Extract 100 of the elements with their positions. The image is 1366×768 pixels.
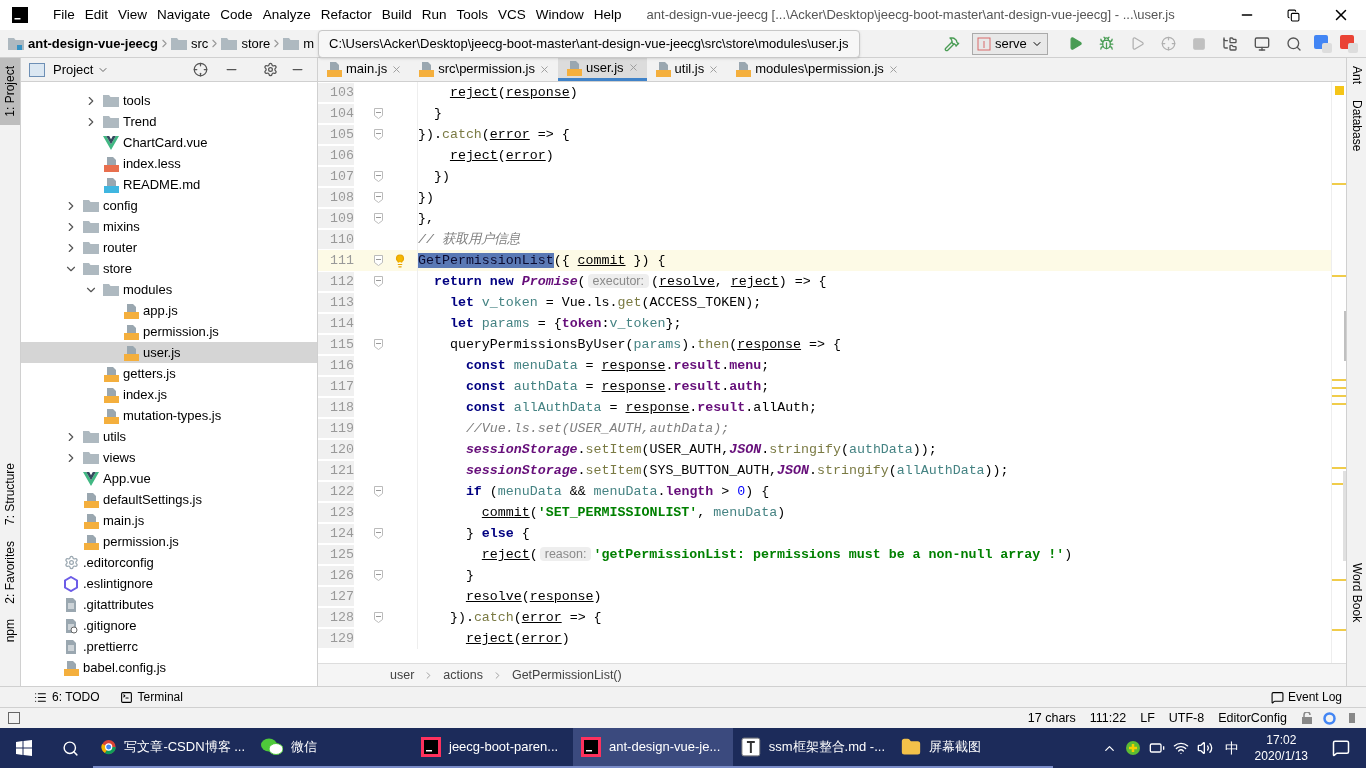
editor-tab[interactable]: modules\permission.js [727,57,907,81]
restore-icon[interactable] [1287,8,1300,22]
tree-item[interactable]: .editorconfig [21,552,317,573]
tree-item[interactable]: index.js [21,384,317,405]
tree-item[interactable]: mutation-types.js [21,405,317,426]
tree-item[interactable]: README.md [21,174,317,195]
coverage-icon[interactable] [1130,36,1145,51]
panel-toggle-icon[interactable] [8,712,20,724]
taskbar-app[interactable]: 写文章-CSDN博客 ... [93,728,253,768]
code-breadcrumb[interactable]: actions [443,665,483,685]
run-icon[interactable] [1068,36,1083,51]
fold-marker-icon[interactable] [374,612,383,623]
status-item[interactable]: LF [1140,708,1155,728]
tree-item[interactable]: index.less [21,153,317,174]
tree-item[interactable]: App.vue [21,468,317,489]
tree-item[interactable]: permission.js [21,321,317,342]
locate-icon[interactable] [193,62,208,77]
tool-window-tab[interactable]: Word Book [1347,555,1366,631]
fold-marker-icon[interactable] [374,486,383,497]
tree-item[interactable]: app.js [21,300,317,321]
editor-tab[interactable]: main.js [318,57,411,81]
input-method-indicator[interactable]: 中 [1224,737,1239,759]
nav-crumb[interactable]: ant-design-vue-jeecg [28,33,159,54]
google-icon[interactable] [1323,711,1336,725]
tree-item[interactable]: main.js [21,510,317,531]
fold-marker-icon[interactable] [374,339,383,350]
tree-item[interactable]: .eslintignore [21,573,317,594]
translate-icon[interactable] [1314,34,1332,53]
inspector-icon[interactable] [1346,712,1358,724]
fold-marker-icon[interactable] [374,276,383,287]
event-log-button[interactable]: Event Log [1270,688,1342,706]
menu-item[interactable]: VCS [493,4,531,26]
tree-item[interactable]: mixins [21,216,317,237]
tree-item[interactable]: modules [21,279,317,300]
volume-icon[interactable] [1196,740,1213,756]
menu-item[interactable]: Code [215,4,258,26]
tool-window-tab[interactable]: Ant [1347,58,1366,92]
tree-item[interactable]: defaultSettings.js [21,489,317,510]
menu-item[interactable]: Window [530,4,589,26]
debug-icon[interactable] [1099,36,1114,51]
menu-item[interactable]: View [113,4,153,26]
fold-marker-icon[interactable] [374,108,383,119]
editor-tab[interactable]: util.js [646,57,728,81]
tree-item[interactable]: user.js [21,342,317,363]
menu-item[interactable]: Build [376,4,417,26]
status-item[interactable]: UTF-8 [1168,708,1205,728]
tree-item[interactable]: .gitignore [21,615,317,636]
tree-item[interactable]: views [21,447,317,468]
tree-item[interactable]: babel.config.js [21,657,317,678]
tree-item[interactable]: utils [21,426,317,447]
lock-icon[interactable] [1301,712,1313,724]
fold-marker-icon[interactable] [374,213,383,224]
tree-item[interactable]: ChartCard.vue [21,132,317,153]
fold-marker-icon[interactable] [374,570,383,581]
menu-item[interactable]: Edit [79,4,114,26]
code-breadcrumb[interactable]: GetPermissionList() [511,665,622,685]
tree-item[interactable]: config [21,195,317,216]
fold-marker-icon[interactable] [374,192,383,203]
tool-window-tab[interactable]: npm [0,611,20,651]
tool-window-tab[interactable]: Database [1347,92,1366,160]
lightbulb-icon[interactable] [393,253,407,268]
tree-item[interactable]: store [21,258,317,279]
tool-window-button[interactable]: 6: TODO [34,688,100,706]
nav-crumb[interactable]: m [303,33,315,54]
taskbar-app[interactable]: ant-design-vue-je... [573,728,733,768]
tree-item[interactable]: .gitattributes [21,594,317,615]
search-icon[interactable] [62,739,79,757]
project-structure-icon[interactable] [1222,35,1238,52]
notifications-icon[interactable] [1332,739,1350,757]
status-item[interactable]: EditorConfig [1218,708,1287,728]
tool-window-tab[interactable]: 7: Structure [0,454,20,533]
run-config-dropdown[interactable]: serve [972,32,1048,55]
nav-crumb[interactable]: store [241,33,271,54]
code-breadcrumb[interactable]: user [390,665,415,685]
tree-item[interactable]: permission.js [21,531,317,552]
menu-item[interactable]: Tools [451,4,493,26]
taskbar-app[interactable]: 屏幕截图 [893,728,1053,768]
fold-marker-icon[interactable] [374,255,383,266]
nav-crumb[interactable]: src [191,33,209,54]
search-icon[interactable] [1286,35,1302,52]
wifi-icon[interactable] [1172,740,1189,756]
fold-marker-icon[interactable] [374,129,383,140]
windows-logo-icon[interactable] [16,740,32,756]
profile-icon[interactable] [1161,36,1176,51]
tree-item[interactable]: tools [21,90,317,111]
status-item[interactable]: 111:22 [1089,708,1127,728]
fold-marker-icon[interactable] [374,528,383,539]
terminal-icon[interactable] [1254,35,1270,52]
fold-marker-icon[interactable] [374,171,383,182]
tree-item[interactable]: router [21,237,317,258]
translate-icon[interactable] [1340,34,1358,53]
settings-icon[interactable] [263,62,278,77]
menu-item[interactable]: Refactor [315,4,377,26]
editor-tab[interactable]: user.js [558,57,647,81]
battery-icon[interactable] [1148,740,1165,756]
tool-window-tab[interactable]: 1: Project [0,58,20,125]
menu-item[interactable]: Navigate [152,4,216,26]
editor-tab[interactable]: src\permission.js [410,57,558,81]
tree-item[interactable]: .prettierrc [21,636,317,657]
menu-item[interactable]: File [48,4,80,26]
